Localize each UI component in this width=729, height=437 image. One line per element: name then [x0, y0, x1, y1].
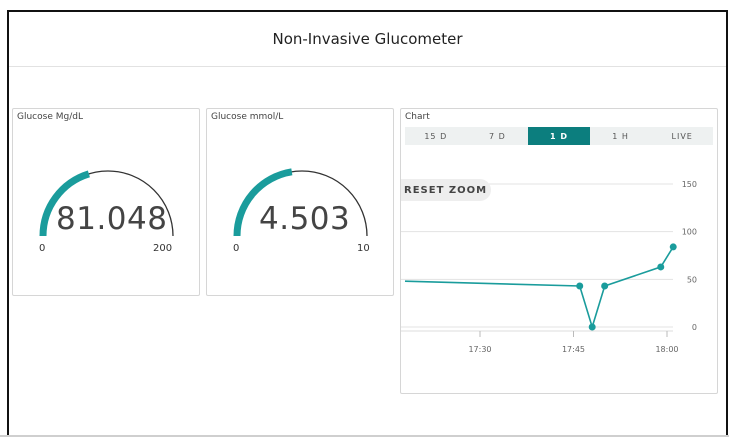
- page-title: Non-Invasive Glucometer: [9, 12, 726, 67]
- x-tick-label: 17:30: [468, 345, 491, 354]
- gauge-value: 81.048: [56, 201, 168, 237]
- y-tick-label: 150: [682, 180, 697, 189]
- gauge-max-label: 10: [357, 243, 370, 254]
- gauge-max-label: 200: [153, 243, 173, 254]
- x-tick-label: 18:00: [655, 345, 678, 354]
- reset-zoom-button[interactable]: RESET ZOOM: [401, 179, 491, 201]
- data-point: [669, 243, 677, 251]
- y-tick-label: 0: [692, 323, 697, 332]
- series-line: [404, 246, 674, 330]
- gauge-min-label: 0: [39, 243, 46, 254]
- y-tick-label: 100: [682, 228, 697, 237]
- gauge-card-mgdl: Glucose Mg/dL 81.048 0 200: [12, 108, 200, 296]
- data-point: [588, 323, 596, 331]
- x-tick-label: 17:45: [562, 345, 585, 354]
- chart-card: Chart 15 D7 D1 D1 H LIVE 0 50 100 150 17:30 17…: [400, 108, 718, 394]
- line-chart[interactable]: 0 50 100 150 17:30 17:45 18:00: [401, 109, 719, 395]
- y-tick-label: 50: [687, 275, 697, 284]
- data-point: [657, 263, 665, 271]
- reset-zoom-label: RESET ZOOM: [404, 184, 488, 196]
- data-point: [576, 282, 584, 290]
- page-title-text: Non-Invasive Glucometer: [272, 30, 463, 48]
- gauge-card-mmol: Glucose mmol/L 4.503 0 10: [206, 108, 394, 296]
- gauge-min-label: 0: [233, 243, 240, 254]
- data-point: [601, 282, 609, 290]
- gauge-value: 4.503: [259, 201, 351, 237]
